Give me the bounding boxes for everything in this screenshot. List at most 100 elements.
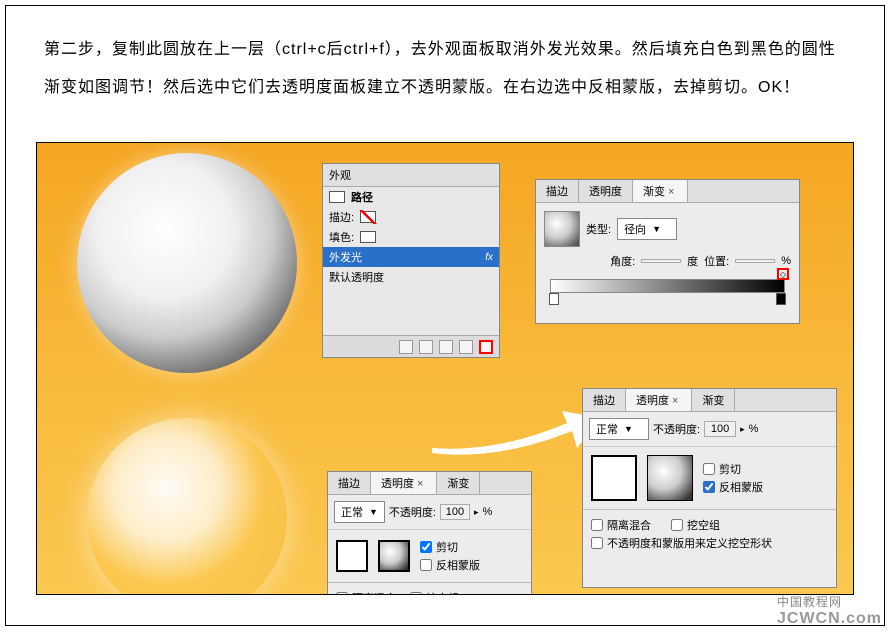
opacity-input[interactable]: 100 xyxy=(440,504,470,520)
stroke-row[interactable]: 描边: xyxy=(323,207,499,227)
fill-row[interactable]: 填色: xyxy=(323,227,499,247)
tab-transparency[interactable]: 透明度 xyxy=(579,180,633,202)
clip-checkbox[interactable] xyxy=(703,463,715,475)
angle-row: 角度: 度 位置: % xyxy=(544,253,791,269)
tab-gradient[interactable]: 渐变 xyxy=(692,389,735,411)
opacity-row: 正常▼ 不透明度: 100 ▸ % xyxy=(328,495,531,530)
appearance-footer xyxy=(323,335,499,357)
arrow-graphic xyxy=(427,403,607,463)
gradient-body: 类型: 径向 ▼ 角度: 度 位置: % ◇ xyxy=(536,203,799,301)
tab-gradient[interactable]: 渐变× xyxy=(633,180,688,202)
gradient-preview-swatch[interactable] xyxy=(544,211,580,247)
footer-icon-2[interactable] xyxy=(419,340,433,354)
opacity-input[interactable]: 100 xyxy=(704,421,736,437)
tab-stroke[interactable]: 描边 xyxy=(583,389,626,411)
opacity-label: 不透明度: xyxy=(389,504,436,520)
gradient-panel[interactable]: 描边 透明度 渐变× 类型: 径向 ▼ 角度: 度 位置: xyxy=(535,179,800,324)
default-trans-row[interactable]: 默认透明度 xyxy=(323,267,499,287)
main-frame: 第二步，复制此圆放在上一层（ctrl+c后ctrl+f），去外观面板取消外发光效… xyxy=(5,5,885,626)
gradient-stop-black[interactable] xyxy=(776,293,786,305)
mask-row: 剪切 反相蒙版 xyxy=(328,530,531,582)
artwork-thumb[interactable] xyxy=(336,540,368,572)
pos-label: 位置: xyxy=(704,253,729,269)
watermark: 中国教程网 JCWCN.com xyxy=(777,593,882,628)
panel-title-label: 外观 xyxy=(329,167,351,183)
tab-stroke[interactable]: 描边 xyxy=(328,472,371,494)
trans-small-tabs: 描边 透明度× 渐变 xyxy=(328,472,531,495)
clip-checkbox-row[interactable]: 剪切 xyxy=(420,538,480,556)
clip-checkbox[interactable] xyxy=(420,541,432,553)
appearance-title: 外观 xyxy=(323,164,499,187)
close-icon[interactable]: × xyxy=(414,478,426,490)
angle-label: 角度: xyxy=(610,253,635,269)
canvas-area: 外观 路径 描边: 填色: 外发光 fx 默认透明度 ◐◑◉ xyxy=(36,142,854,595)
isolate-checkbox[interactable] xyxy=(336,592,348,595)
blend-mode-select[interactable]: 正常▼ xyxy=(334,501,385,523)
watermark-line1: 中国教程网 xyxy=(777,593,882,610)
clip-checkbox-row[interactable]: 剪切 xyxy=(703,460,763,478)
outerglow-row[interactable]: 外发光 fx xyxy=(323,247,499,267)
instruction-text: 第二步，复制此圆放在上一层（ctrl+c后ctrl+f），去外观面板取消外发光效… xyxy=(6,6,884,123)
close-icon[interactable]: × xyxy=(665,186,677,198)
type-row: 类型: 径向 ▼ xyxy=(544,211,791,247)
mask-thumb[interactable] xyxy=(647,455,693,501)
opacity-unit: % xyxy=(483,506,493,518)
dropdown-icon: ▼ xyxy=(369,507,378,517)
footer-icon-4[interactable] xyxy=(459,340,473,354)
knockout-row[interactable]: 挖空组 xyxy=(410,589,459,595)
type-value: 径向 xyxy=(624,221,646,237)
isolate-checkbox[interactable] xyxy=(591,519,603,531)
opacity-arrow-icon[interactable]: ▸ xyxy=(740,424,745,435)
type-label: 类型: xyxy=(586,221,611,237)
knockout-row[interactable]: 挖空组 xyxy=(671,516,720,534)
transparency-panel-small[interactable]: 描边 透明度× 渐变 正常▼ 不透明度: 100 ▸ % 剪切 反相蒙版 xyxy=(327,471,532,595)
isolate-row[interactable]: 隔离混合 xyxy=(591,516,651,534)
angle-input[interactable] xyxy=(641,259,681,263)
knockout-checkbox[interactable] xyxy=(671,519,683,531)
gradient-tabs: 描边 透明度 渐变× xyxy=(536,180,799,203)
invert-checkbox[interactable] xyxy=(703,481,715,493)
opacity-arrow-icon[interactable]: ▸ xyxy=(474,507,479,518)
trans-big-tabs: 描边 透明度× 渐变 xyxy=(583,389,836,412)
transparency-panel-big[interactable]: 描边 透明度× 渐变 正常▼ 不透明度: 100 ▸ % 剪切 反相蒙版 xyxy=(582,388,837,588)
longopt-checkbox[interactable] xyxy=(591,537,603,549)
mask-options: 剪切 反相蒙版 xyxy=(703,460,763,496)
close-icon[interactable]: × xyxy=(669,395,681,407)
knockout-checkbox[interactable] xyxy=(410,592,422,595)
trash-icon[interactable] xyxy=(479,340,493,354)
path-row[interactable]: 路径 xyxy=(323,187,499,207)
gradient-slider[interactable]: ◇ xyxy=(550,279,785,293)
tab-transparency[interactable]: 透明度× xyxy=(371,472,437,494)
path-label: 路径 xyxy=(351,189,373,205)
artwork-thumb[interactable] xyxy=(591,455,637,501)
sphere-gradient-bw xyxy=(77,153,297,373)
invert-checkbox-row[interactable]: 反相蒙版 xyxy=(420,556,480,574)
pos-unit: % xyxy=(781,255,791,267)
watermark-line2: JCWCN.com xyxy=(777,610,882,628)
footer-icon-1[interactable] xyxy=(399,340,413,354)
mask-thumb[interactable] xyxy=(378,540,410,572)
appearance-panel[interactable]: 外观 路径 描边: 填色: 外发光 fx 默认透明度 ◐◑◉ xyxy=(322,163,500,358)
dropdown-icon: ▼ xyxy=(652,224,661,234)
invert-checkbox[interactable] xyxy=(420,559,432,571)
blend-mode-select[interactable]: 正常▼ xyxy=(589,418,649,440)
gradient-midpoint-icon[interactable]: ◇ xyxy=(777,268,789,280)
invert-checkbox-row[interactable]: 反相蒙版 xyxy=(703,478,763,496)
type-select[interactable]: 径向 ▼ xyxy=(617,218,677,240)
outerglow-label: 外发光 xyxy=(329,249,362,265)
tab-transparency[interactable]: 透明度× xyxy=(626,389,692,411)
stroke-swatch xyxy=(360,211,376,223)
opacity-label: 不透明度: xyxy=(653,421,700,437)
path-swatch xyxy=(329,191,345,203)
bottom-options: 隔离混合 挖空组 不透明度和蒙版用来定义挖空形状 xyxy=(583,509,836,558)
footer-icon-3[interactable] xyxy=(439,340,453,354)
tab-stroke[interactable]: 描边 xyxy=(536,180,579,202)
isolate-row[interactable]: 隔离混合 xyxy=(336,589,396,595)
fx-icon: fx xyxy=(485,252,493,263)
mask-options: 剪切 反相蒙版 xyxy=(420,538,480,574)
opacity-row: 正常▼ 不透明度: 100 ▸ % xyxy=(583,412,836,447)
pos-input[interactable] xyxy=(735,259,775,263)
tab-gradient[interactable]: 渐变 xyxy=(437,472,480,494)
longopt-row[interactable]: 不透明度和蒙版用来定义挖空形状 xyxy=(591,534,828,552)
gradient-stop-white[interactable] xyxy=(549,293,559,305)
